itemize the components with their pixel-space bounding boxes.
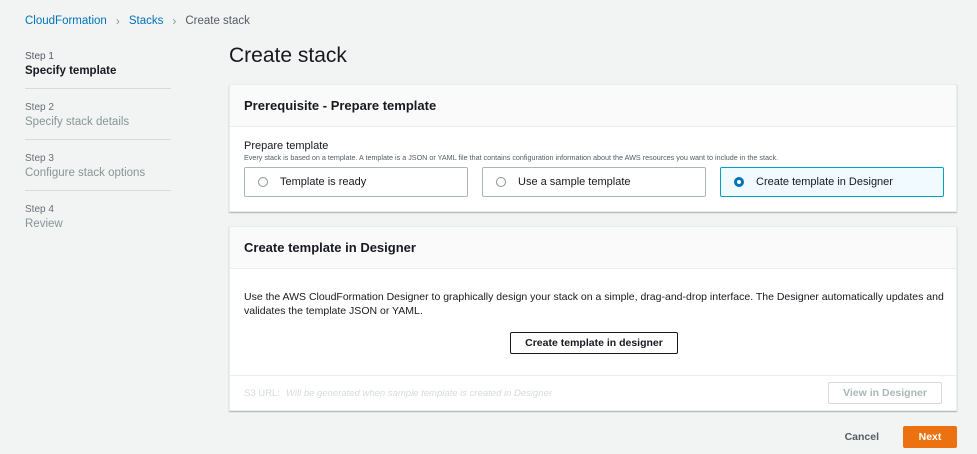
chevron-right-icon: › — [172, 14, 177, 28]
cancel-button[interactable]: Cancel — [845, 431, 879, 443]
step-number: Step 2 — [25, 102, 54, 113]
wizard-step-4: Step 4 Review — [25, 199, 171, 241]
page-title: Create stack — [229, 44, 347, 67]
wizard-step-1: Step 1 Specify template — [25, 46, 171, 89]
panel-footer: S3 URL: Will be generated when sample te… — [230, 375, 956, 410]
designer-description: Use the AWS CloudFormation Designer to g… — [244, 291, 944, 317]
panel-header: Prerequisite - Prepare template — [230, 85, 956, 127]
chevron-right-icon: › — [115, 14, 120, 28]
designer-panel: Create template in Designer Use the AWS … — [229, 226, 957, 411]
next-button[interactable]: Next — [903, 426, 957, 448]
view-in-designer-button[interactable]: View in Designer — [828, 382, 942, 404]
panel-header: Create template in Designer — [230, 227, 956, 269]
option-template-ready[interactable]: Template is ready — [244, 167, 468, 197]
breadcrumb-link-stacks[interactable]: Stacks — [129, 15, 164, 27]
breadcrumb: CloudFormation › Stacks › Create stack — [25, 14, 250, 28]
option-label: Use a sample template — [518, 176, 631, 188]
s3-url-value: Will be generated when sample template i… — [286, 388, 553, 399]
wizard-step-3: Step 3 Configure stack options — [25, 148, 171, 191]
step-number: Step 4 — [25, 204, 54, 215]
create-template-in-designer-button[interactable]: Create template in designer — [510, 332, 678, 354]
step-number: Step 1 — [25, 51, 54, 62]
s3-url-label: S3 URL: — [244, 388, 280, 399]
step-title: Specify stack details — [25, 116, 130, 128]
option-create-in-designer[interactable]: Create template in Designer — [720, 167, 944, 197]
prepare-template-options: Template is ready Use a sample template … — [244, 167, 944, 197]
step-title: Review — [25, 218, 63, 230]
breadcrumb-current: Create stack — [185, 15, 250, 27]
step-title: Specify template — [25, 65, 117, 77]
radio-unselected-icon — [496, 177, 506, 187]
option-sample-template[interactable]: Use a sample template — [482, 167, 706, 197]
wizard-step-2: Step 2 Specify stack details — [25, 97, 171, 140]
step-title: Configure stack options — [25, 167, 146, 179]
wizard-steps: Step 1 Specify template Step 2 Specify s… — [25, 46, 171, 249]
prepare-template-label: Prepare template — [244, 140, 329, 152]
option-label: Template is ready — [280, 176, 367, 188]
radio-selected-icon — [734, 177, 744, 187]
step-number: Step 3 — [25, 153, 54, 164]
radio-unselected-icon — [258, 177, 268, 187]
prerequisite-panel: Prerequisite - Prepare template Prepare … — [229, 84, 957, 212]
create-stack-page: CloudFormation › Stacks › Create stack S… — [0, 0, 977, 454]
wizard-actions: Cancel Next — [845, 426, 957, 448]
breadcrumb-link-cloudformation[interactable]: CloudFormation — [25, 15, 107, 27]
option-label: Create template in Designer — [756, 176, 893, 188]
prepare-template-description: Every stack is based on a template. A te… — [244, 153, 779, 162]
